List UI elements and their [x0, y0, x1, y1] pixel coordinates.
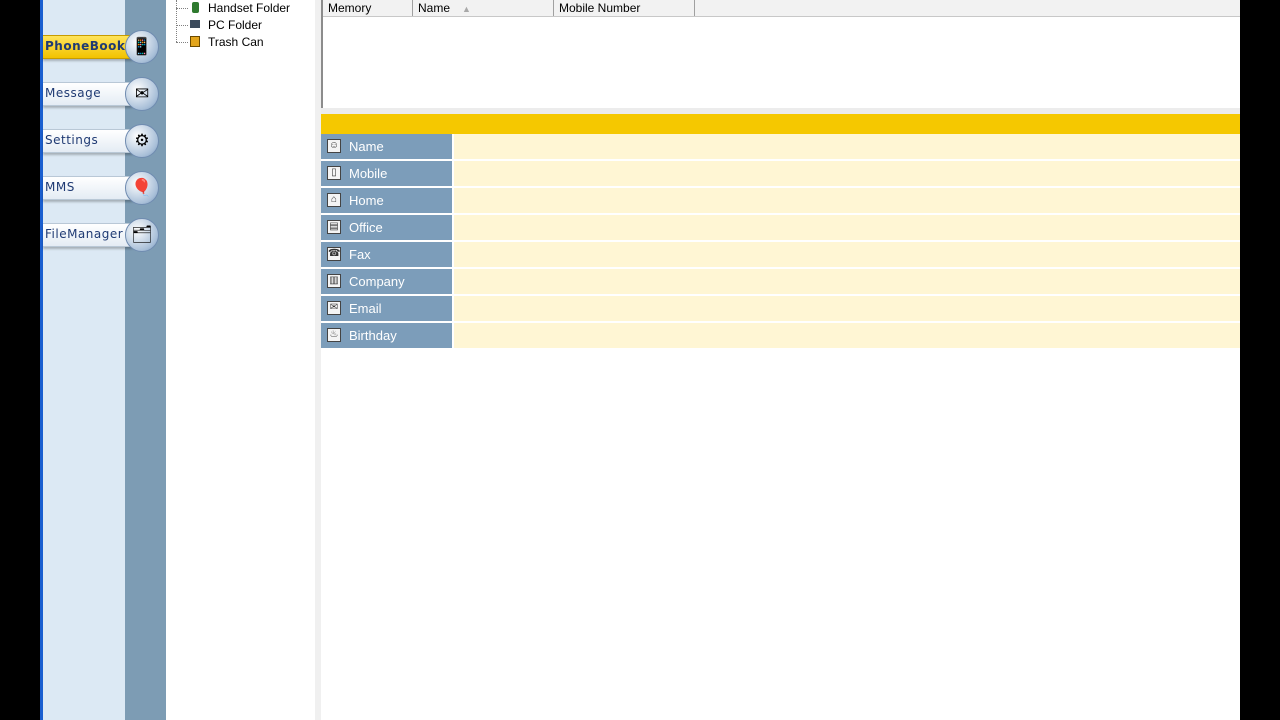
person-icon: ☺ [327, 139, 341, 153]
nav-settings-button[interactable]: Settings ⚙ [43, 124, 161, 158]
tree-item-trash-can[interactable]: Trash Can [176, 34, 316, 50]
nav-label: MMS [45, 180, 75, 194]
phone-icon: 📱 [125, 30, 159, 64]
detail-row-home: ⌂ Home [321, 188, 1240, 213]
nav-label: PhoneBook [45, 39, 126, 53]
nav-message-button[interactable]: Message ✉ [43, 77, 161, 111]
detail-row-office: ▤ Office [321, 215, 1240, 240]
nav-filemanager-button[interactable]: FileManager 🗂 [43, 218, 161, 252]
field-label-cell: ▥ Company [321, 269, 452, 294]
column-header-mobile-number[interactable]: Mobile Number [554, 0, 695, 16]
mobile-field[interactable] [454, 161, 1240, 186]
tree-branch [176, 42, 188, 43]
name-field[interactable] [454, 134, 1240, 159]
balloon-icon: 🎈 [125, 171, 159, 205]
field-label: Mobile [349, 166, 388, 181]
column-label: Name [418, 1, 451, 15]
field-label-cell: ☺ Name [321, 134, 452, 159]
field-label: Birthday [349, 328, 397, 343]
field-label: Home [349, 193, 384, 208]
nav-label: Message [45, 86, 102, 100]
pc-folder-icon [190, 20, 200, 28]
settings-glyph: ⚙ [134, 131, 150, 151]
tree-item-label: Handset Folder [208, 1, 291, 15]
office-field[interactable] [454, 215, 1240, 240]
tree-branch [176, 25, 188, 26]
sort-ascending-icon: ▲ [462, 4, 471, 14]
home-icon: ⌂ [327, 193, 341, 207]
nav-phonebook-button[interactable]: PhoneBook 📱 [43, 30, 161, 64]
settings-icon: ⚙ [125, 124, 159, 158]
email-field[interactable] [454, 296, 1240, 321]
envelope-glyph: ✉ [134, 84, 150, 104]
birthday-icon: ♨ [327, 328, 341, 342]
mobile-icon: ▯ [327, 166, 341, 180]
company-icon: ▥ [327, 274, 341, 288]
field-label: Fax [349, 247, 371, 262]
field-label: Office [349, 220, 383, 235]
column-label: Memory [328, 1, 372, 15]
tree-item-label: PC Folder [208, 18, 263, 32]
column-label: Mobile Number [559, 1, 641, 15]
balloon-glyph: 🎈 [131, 178, 153, 198]
field-label-cell: ♨ Birthday [321, 323, 452, 348]
column-header-memory[interactable]: Memory [323, 0, 413, 16]
envelope-icon: ✉ [125, 77, 159, 111]
field-label: Company [349, 274, 405, 289]
folder-tree: Handset Folder PC Folder Trash Can [168, 0, 318, 720]
nav-mms-button[interactable]: MMS 🎈 [43, 171, 161, 205]
phone-glyph: 📱 [131, 37, 153, 57]
list-header: Memory Name ▲ Mobile Number [323, 0, 1240, 17]
folder-glyph: 🗂 [131, 225, 153, 245]
nav-label: Settings [45, 133, 99, 147]
column-header-name[interactable]: Name ▲ [413, 0, 554, 16]
email-icon: ✉ [327, 301, 341, 315]
office-icon: ▤ [327, 220, 341, 234]
tree-branch [176, 8, 188, 9]
detail-header-bar [321, 114, 1240, 134]
detail-row-company: ▥ Company [321, 269, 1240, 294]
birthday-field[interactable] [454, 323, 1240, 348]
tree-item-pc-folder[interactable]: PC Folder [176, 17, 316, 33]
home-field[interactable] [454, 188, 1240, 213]
detail-row-name: ☺ Name [321, 134, 1240, 159]
tree-item-label: Trash Can [208, 35, 264, 49]
folder-icon: 🗂 [125, 218, 159, 252]
app-window: PhoneBook 📱 Message ✉ Settings ⚙ MMS 🎈 F… [40, 0, 1240, 720]
contact-list[interactable]: Memory Name ▲ Mobile Number [321, 0, 1240, 109]
nav-label: FileManager [45, 227, 124, 241]
detail-row-birthday: ♨ Birthday [321, 323, 1240, 348]
detail-row-fax: ☎ Fax [321, 242, 1240, 267]
company-field[interactable] [454, 269, 1240, 294]
trash-can-icon [190, 36, 200, 47]
field-label-cell: ▯ Mobile [321, 161, 452, 186]
field-label-cell: ▤ Office [321, 215, 452, 240]
field-label-cell: ✉ Email [321, 296, 452, 321]
field-label: Email [349, 301, 382, 316]
detail-row-mobile: ▯ Mobile [321, 161, 1240, 186]
detail-row-email: ✉ Email [321, 296, 1240, 321]
fax-icon: ☎ [327, 247, 341, 261]
field-label-cell: ☎ Fax [321, 242, 452, 267]
detail-empty-area [321, 350, 1240, 720]
handset-folder-icon [192, 2, 199, 13]
fax-field[interactable] [454, 242, 1240, 267]
field-label-cell: ⌂ Home [321, 188, 452, 213]
field-label: Name [349, 139, 384, 154]
tree-item-handset-folder[interactable]: Handset Folder [176, 0, 316, 16]
